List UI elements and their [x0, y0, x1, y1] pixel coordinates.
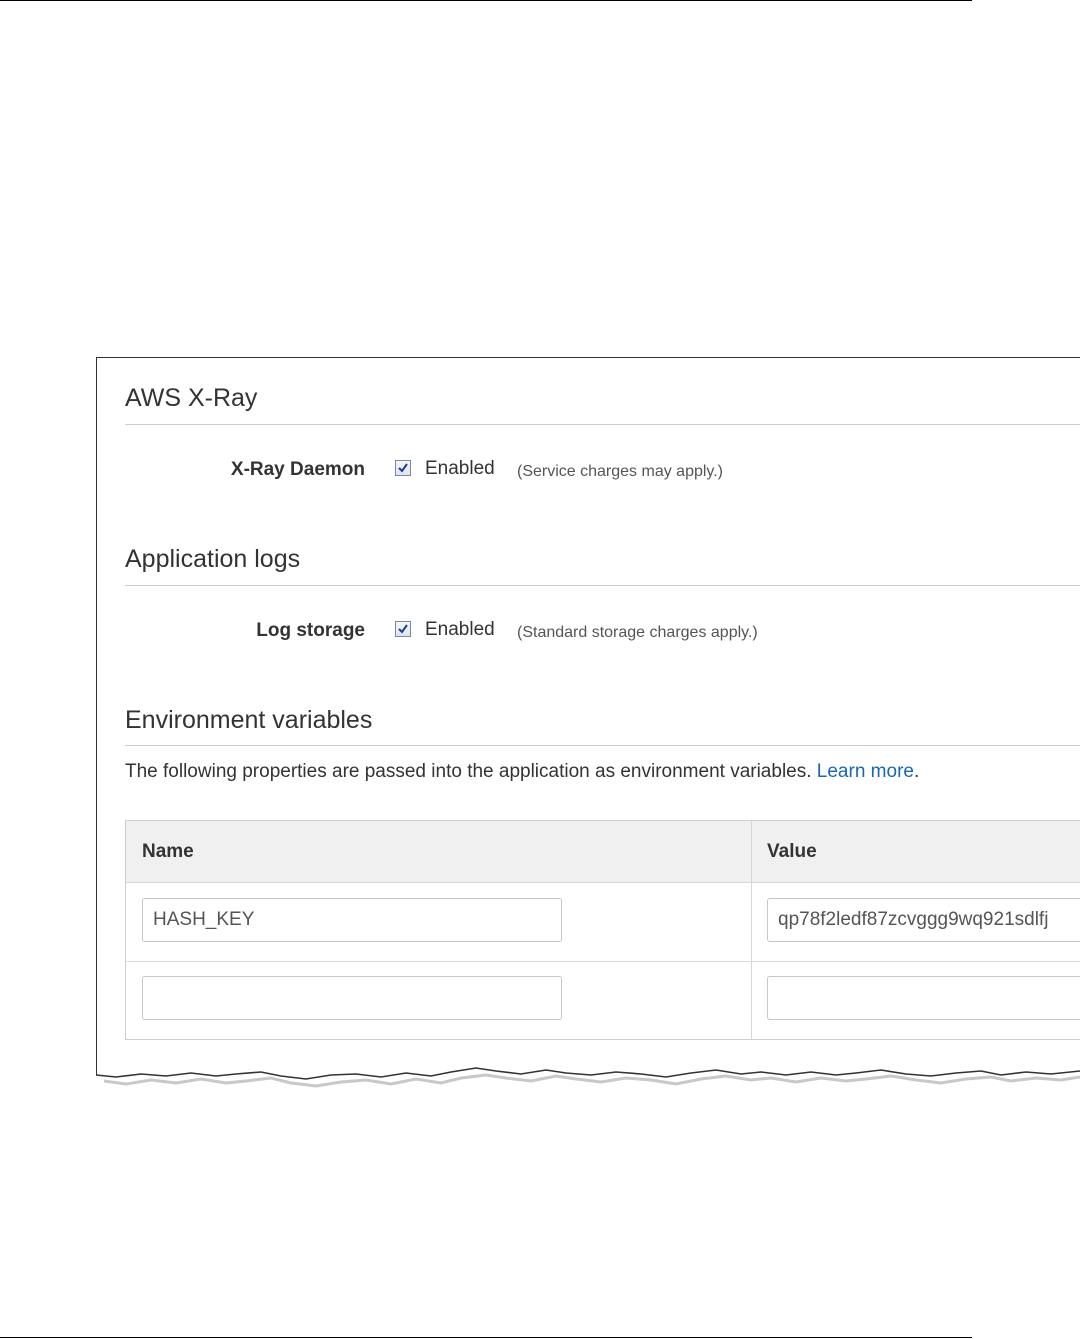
table-header: Name Value [126, 821, 1080, 883]
log-storage-label: Log storage [256, 620, 365, 641]
column-header-value: Value [767, 841, 817, 862]
screenshot-frame: AWS X-Ray X-Ray Daemon Enabled (Service … [96, 357, 1080, 1077]
section-title-env: Environment variables [125, 706, 373, 734]
settings-screenshot: AWS X-Ray X-Ray Daemon Enabled (Service … [96, 357, 1080, 1097]
env-name-input[interactable] [142, 898, 562, 942]
log-storage-note: (Standard storage charges apply.) [517, 624, 758, 641]
learn-more-link[interactable]: Learn more [817, 761, 914, 782]
xray-daemon-enabled-label[interactable]: Enabled [425, 455, 495, 483]
log-storage-checkbox[interactable] [395, 621, 411, 637]
learn-more-suffix: . [913, 761, 920, 782]
xray-daemon-label: X-Ray Daemon [230, 459, 365, 480]
env-variables-table: Name Value [125, 820, 1080, 1040]
env-name-input[interactable] [142, 976, 562, 1020]
check-icon [398, 624, 408, 634]
column-header-name: Name [142, 841, 194, 862]
table-row [126, 961, 1080, 1039]
page-bottom-rule [0, 1337, 972, 1338]
xray-daemon-checkbox[interactable] [395, 460, 411, 476]
torn-edge-shadow [96, 1067, 1080, 1097]
page-top-rule [0, 0, 972, 1]
log-storage-enabled-label[interactable]: Enabled [425, 616, 495, 644]
section-divider [125, 424, 1080, 425]
env-value-input[interactable] [767, 898, 1080, 942]
log-storage-row: Log storage Enabled (Standard storage ch… [125, 616, 1080, 646]
section-title-xray: AWS X-Ray [125, 384, 258, 412]
table-row [126, 883, 1080, 961]
xray-daemon-row: X-Ray Daemon Enabled (Service charges ma… [125, 455, 1080, 485]
env-value-input[interactable] [767, 976, 1080, 1020]
xray-daemon-note: (Service charges may apply.) [517, 463, 723, 480]
section-divider [125, 585, 1080, 586]
check-icon [398, 463, 408, 473]
env-description-text: The following properties are passed into… [125, 761, 812, 782]
section-title-app-logs: Application logs [125, 545, 301, 573]
env-description: The following properties are passed into… [125, 761, 919, 783]
section-divider [125, 745, 1080, 746]
